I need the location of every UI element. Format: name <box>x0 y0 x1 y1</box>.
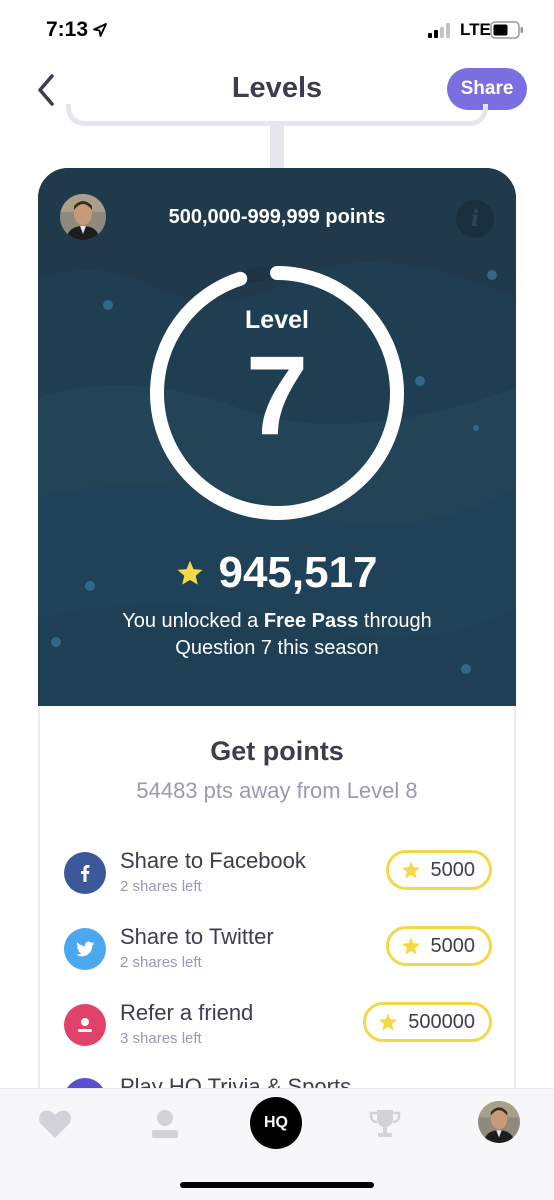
points-total: 945,517 <box>38 548 516 598</box>
task-label: Share to Twitter <box>120 924 274 949</box>
task-shares-left: 3 shares left <box>120 1030 202 1047</box>
get-points-title: Get points <box>210 736 344 766</box>
person-icon <box>64 1004 106 1046</box>
task-shares-left: 2 shares left <box>120 954 202 971</box>
signal-bars-icon <box>428 23 450 38</box>
facebook-icon <box>64 852 106 894</box>
unlock-suffix: through <box>358 610 432 632</box>
star-icon <box>401 861 420 879</box>
home-indicator <box>180 1182 374 1188</box>
unlock-line-2: Question 7 this season <box>175 637 379 659</box>
get-points-panel: Get points 54483 pts away from Level 8 S… <box>38 706 516 1090</box>
points-value: 945,517 <box>218 548 378 597</box>
task-shares-left: 2 shares left <box>120 878 202 895</box>
heart-icon <box>39 1110 71 1138</box>
hq-logo[interactable]: HQ <box>250 1097 302 1149</box>
star-icon <box>379 1013 398 1031</box>
level-number: 7 <box>245 333 309 458</box>
reward-value: 5000 <box>430 934 476 957</box>
info-button[interactable]: i <box>456 200 494 238</box>
status-bar: 7:13 LTE <box>0 0 554 60</box>
star-icon <box>401 937 420 955</box>
points-range: 500,000-999,999 points <box>168 206 386 228</box>
task-label: Refer a friend <box>120 1000 254 1025</box>
battery-icon <box>490 21 523 39</box>
network-label: LTE <box>460 20 491 39</box>
status-time: 7:13 <box>46 18 89 41</box>
previous-level-card-edge <box>66 104 488 126</box>
level-label: Level <box>245 306 309 334</box>
reward-value: 500000 <box>408 1010 475 1033</box>
level-connector <box>270 124 284 168</box>
reward-pill: 5000 <box>385 850 492 890</box>
task-share-twitter[interactable]: Share to Twitter 2 shares left 5000 <box>64 922 492 982</box>
trophy-icon <box>369 1110 401 1137</box>
profile-icon <box>152 1110 178 1138</box>
tab-heart[interactable] <box>34 1103 76 1145</box>
star-icon <box>177 560 204 585</box>
tab-trophy[interactable] <box>364 1103 406 1145</box>
avatar[interactable] <box>478 1101 520 1143</box>
reward-pill: 500000 <box>363 1002 492 1042</box>
task-label: Share to Facebook <box>120 848 306 873</box>
level-card: 500,000-999,999 points i Level 7 945,517… <box>38 168 516 706</box>
unlock-prefix: You unlocked a <box>122 610 264 632</box>
task-share-facebook[interactable]: Share to Facebook 2 shares left 5000 <box>64 846 492 906</box>
tab-profile[interactable] <box>144 1103 186 1145</box>
location-arrow-icon <box>93 23 107 37</box>
reward-value: 5000 <box>430 858 476 881</box>
reward-pill: 5000 <box>385 926 492 966</box>
task-refer-friend[interactable]: Refer a friend 3 shares left 500000 <box>64 998 492 1058</box>
twitter-icon <box>64 928 106 970</box>
points-away-text: 54483 pts away from Level 8 <box>136 778 418 803</box>
unlock-highlight: Free Pass <box>263 610 359 632</box>
unlock-message: You unlocked a Free Pass through Questio… <box>78 608 476 662</box>
